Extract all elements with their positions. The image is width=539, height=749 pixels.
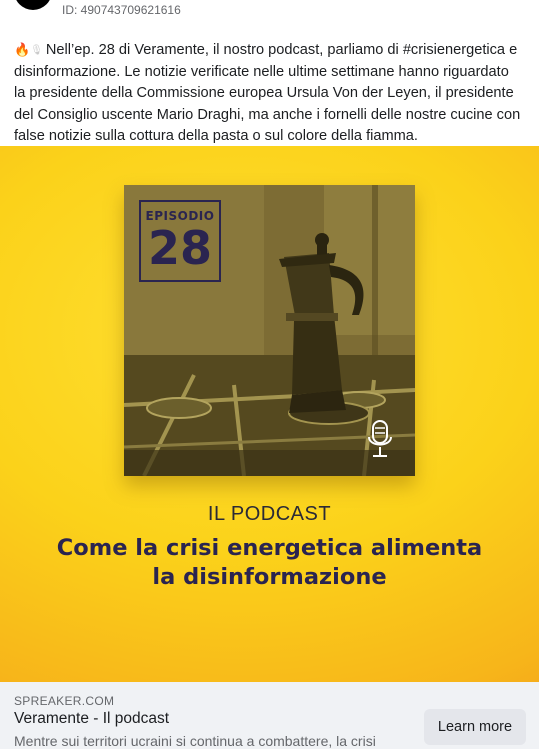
podcast-label: IL PODCAST — [207, 503, 332, 525]
post-body: Nell’ep. 28 di Veramente, il nostro podc… — [14, 42, 521, 145]
podcast-cover-photo: EPISODIO 28 — [124, 185, 415, 476]
fire-emoji: 🔥 — [14, 42, 31, 57]
episode-number: 28 — [147, 221, 212, 275]
avatar[interactable] — [14, 0, 52, 10]
ad-header: ID: 490743709621616 — [0, 0, 539, 30]
learn-more-button[interactable]: Learn more — [424, 709, 526, 745]
ad-id: ID: 490743709621616 — [62, 3, 181, 17]
link-preview[interactable]: SPREAKER.COM Veramente - Il podcast Ment… — [0, 682, 539, 749]
headline-line-2: la disinformazione — [152, 564, 387, 590]
microphone-emoji: 🎙 — [30, 45, 43, 56]
episode-badge: EPISODIO 28 — [139, 200, 221, 282]
link-description: Mentre sui territori ucraini si continua… — [14, 733, 376, 749]
link-title[interactable]: Veramente - Il podcast — [14, 710, 169, 728]
creative-headline: Come la crisi energetica alimenta la dis… — [20, 534, 519, 592]
link-domain: SPREAKER.COM — [14, 694, 115, 708]
microphone-icon — [368, 420, 392, 457]
ad-creative-image[interactable]: EPISODIO 28 IL PODCAST Come la crisi ene… — [0, 146, 539, 682]
headline-line-1: Come la crisi energetica alimenta — [56, 535, 483, 561]
post-text: 🔥🎙 Nell’ep. 28 di Veramente, il nostro po… — [14, 39, 524, 148]
